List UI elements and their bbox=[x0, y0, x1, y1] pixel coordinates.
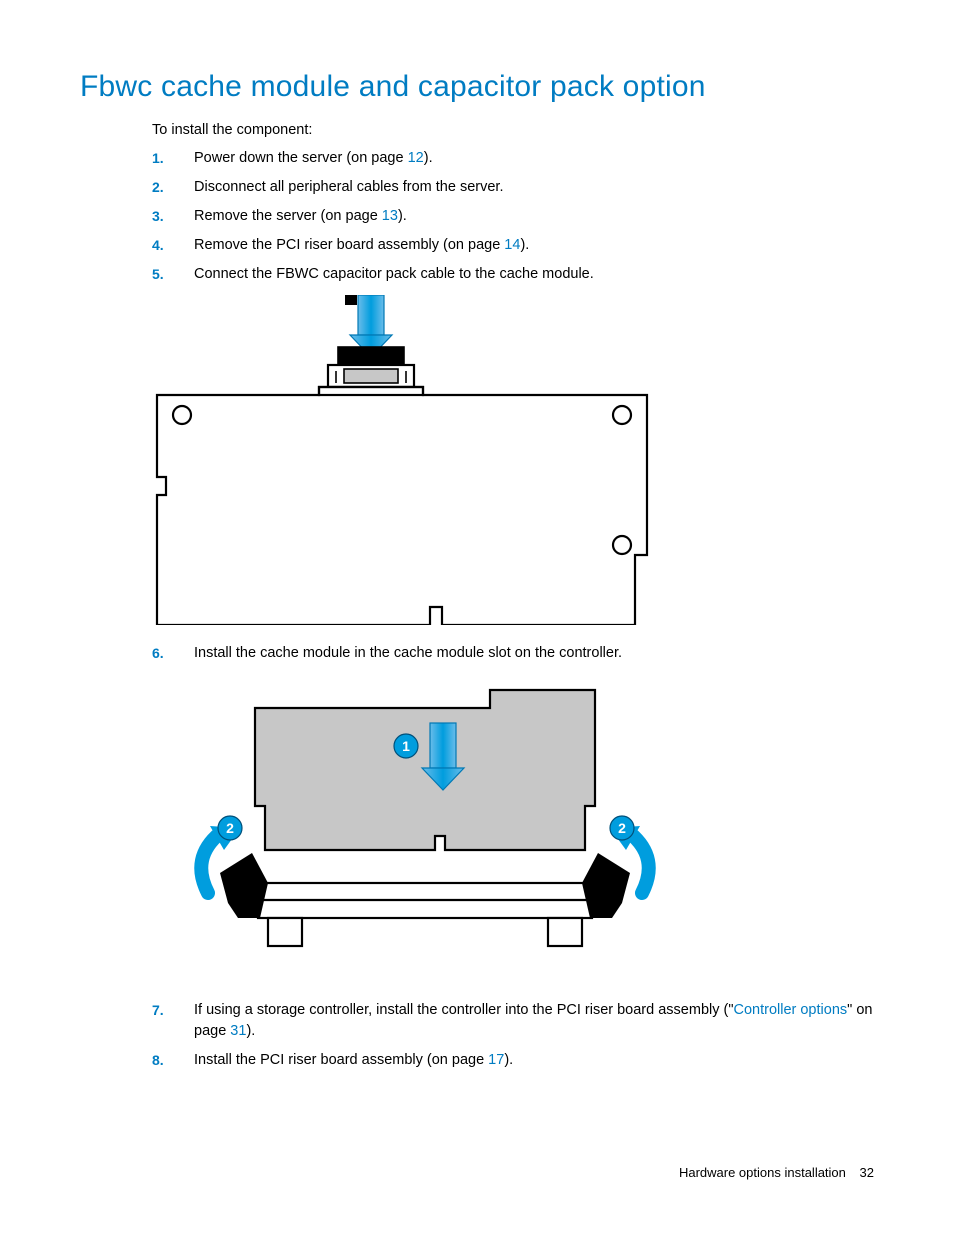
xref-link[interactable]: Controller options bbox=[733, 1002, 847, 1018]
step-text: Install the cache module in the cache mo… bbox=[194, 645, 622, 661]
steps-list-cont2: 7. If using a storage controller, instal… bbox=[152, 1000, 874, 1071]
step-text-post: ). bbox=[398, 208, 407, 224]
step-text-post: ). bbox=[246, 1023, 255, 1039]
step-number: 3. bbox=[152, 206, 164, 226]
step-7: 7. If using a storage controller, instal… bbox=[152, 1000, 874, 1042]
diagram-cable-connect bbox=[152, 295, 652, 625]
step-text: Remove the server (on page bbox=[194, 208, 382, 224]
svg-text:2: 2 bbox=[618, 820, 626, 836]
step-1: 1. Power down the server (on page 12). bbox=[152, 148, 874, 169]
step-3: 3. Remove the server (on page 13). bbox=[152, 206, 874, 227]
step-text: Remove the PCI riser board assembly (on … bbox=[194, 237, 504, 253]
step-text: Disconnect all peripheral cables from th… bbox=[194, 179, 503, 195]
step-4: 4. Remove the PCI riser board assembly (… bbox=[152, 235, 874, 256]
steps-list-cont1: 6. Install the cache module in the cache… bbox=[152, 643, 874, 664]
step-text: If using a storage controller, install t… bbox=[194, 1002, 733, 1018]
svg-text:2: 2 bbox=[226, 820, 234, 836]
step-text: Install the PCI riser board assembly (on… bbox=[194, 1052, 488, 1068]
step-8: 8. Install the PCI riser board assembly … bbox=[152, 1050, 874, 1071]
page-link[interactable]: 13 bbox=[382, 208, 398, 224]
step-number: 4. bbox=[152, 235, 164, 255]
step-text-post: ). bbox=[520, 237, 529, 253]
step-text-post: ). bbox=[504, 1052, 513, 1068]
page-link[interactable]: 17 bbox=[488, 1052, 504, 1068]
page-link[interactable]: 31 bbox=[230, 1023, 246, 1039]
step-number: 1. bbox=[152, 148, 164, 168]
step-number: 2. bbox=[152, 177, 164, 197]
step-5: 5. Connect the FBWC capacitor pack cable… bbox=[152, 264, 874, 285]
section-heading: Fbwc cache module and capacitor pack opt… bbox=[80, 70, 874, 104]
page-link[interactable]: 12 bbox=[408, 150, 424, 166]
step-text: Power down the server (on page bbox=[194, 150, 408, 166]
intro-text: To install the component: bbox=[152, 122, 874, 138]
step-text-post: ). bbox=[424, 150, 433, 166]
diagram-install-module: 1 2 bbox=[190, 678, 660, 978]
footer-page-number: 32 bbox=[860, 1165, 874, 1180]
step-number: 7. bbox=[152, 1000, 164, 1020]
page-footer: Hardware options installation 32 bbox=[679, 1165, 874, 1180]
step-number: 6. bbox=[152, 643, 164, 663]
footer-section: Hardware options installation bbox=[679, 1165, 846, 1180]
step-number: 8. bbox=[152, 1050, 164, 1070]
svg-text:1: 1 bbox=[402, 738, 410, 754]
step-6: 6. Install the cache module in the cache… bbox=[152, 643, 874, 664]
page-link[interactable]: 14 bbox=[504, 237, 520, 253]
steps-list: 1. Power down the server (on page 12). 2… bbox=[152, 148, 874, 285]
step-text: Connect the FBWC capacitor pack cable to… bbox=[194, 266, 594, 282]
step-2: 2. Disconnect all peripheral cables from… bbox=[152, 177, 874, 198]
step-number: 5. bbox=[152, 264, 164, 284]
